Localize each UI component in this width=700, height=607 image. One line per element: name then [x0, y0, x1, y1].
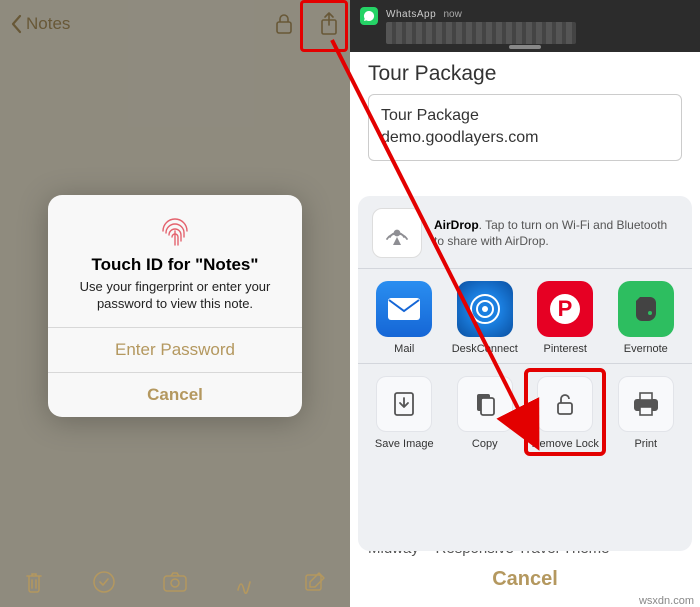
touchid-cancel-button[interactable]: Cancel	[48, 372, 302, 417]
sketch-icon[interactable]	[234, 570, 256, 594]
touchid-title: Touch ID for "Notes"	[64, 255, 286, 275]
left-screenshot: Notes Touch ID for "Notes" Use your fing…	[0, 0, 350, 607]
banner-app: WhatsApp	[386, 9, 436, 20]
share-apps-row: Mail DeskConnect P Pinterest Evernote	[358, 269, 692, 363]
camera-icon[interactable]	[162, 571, 188, 593]
page-title: Tour Package	[350, 52, 700, 94]
remove-lock-highlight-box	[524, 368, 606, 456]
checklist-icon[interactable]	[92, 570, 116, 594]
share-app-evernote[interactable]: Evernote	[609, 281, 683, 355]
touchid-dialog: Touch ID for "Notes" Use your fingerprin…	[48, 195, 302, 417]
action-save-image[interactable]: Save Image	[367, 376, 441, 450]
share-actions-row: Save Image Copy Remove Lock Print	[358, 364, 692, 460]
mail-icon	[376, 281, 432, 337]
save-image-icon	[376, 376, 432, 432]
share-app-pinterest[interactable]: P Pinterest	[528, 281, 602, 355]
card-title: Tour Package	[381, 105, 669, 127]
notes-toolbar	[0, 557, 350, 607]
enter-password-button[interactable]: Enter Password	[48, 327, 302, 372]
share-sheet: AirDrop. Tap to turn on Wi-Fi and Blueto…	[358, 196, 692, 551]
banner-time: now	[443, 9, 461, 20]
pinterest-icon: P	[537, 281, 593, 337]
airdrop-icon	[372, 208, 422, 258]
right-screenshot: WhatsApp now Tour Package Tour Package d…	[350, 0, 700, 607]
svg-text:P: P	[558, 296, 573, 321]
action-remove-lock[interactable]: Remove Lock	[528, 376, 602, 450]
watermark: wsxdn.com	[639, 595, 694, 607]
share-highlight-box	[300, 0, 348, 52]
fingerprint-icon	[157, 213, 193, 249]
share-app-deskconnect[interactable]: DeskConnect	[448, 281, 522, 355]
link-card[interactable]: Tour Package demo.goodlayers.com	[368, 94, 682, 161]
airdrop-text: AirDrop. Tap to turn on Wi-Fi and Blueto…	[434, 217, 678, 249]
copy-icon	[457, 376, 513, 432]
touchid-message: Use your fingerprint or enter your passw…	[64, 279, 286, 313]
action-copy[interactable]: Copy	[448, 376, 522, 450]
trash-icon[interactable]	[23, 569, 45, 595]
airdrop-row[interactable]: AirDrop. Tap to turn on Wi-Fi and Blueto…	[358, 196, 692, 268]
whatsapp-icon	[360, 7, 378, 25]
share-app-mail[interactable]: Mail	[367, 281, 441, 355]
banner-handle[interactable]	[509, 45, 541, 49]
banner-preview	[386, 22, 576, 44]
notification-banner[interactable]: WhatsApp now	[350, 0, 700, 52]
deskconnect-icon	[457, 281, 513, 337]
action-print[interactable]: Print	[609, 376, 683, 450]
card-url: demo.goodlayers.com	[381, 127, 669, 149]
print-icon	[618, 376, 674, 432]
compose-icon[interactable]	[303, 570, 327, 594]
evernote-icon	[618, 281, 674, 337]
